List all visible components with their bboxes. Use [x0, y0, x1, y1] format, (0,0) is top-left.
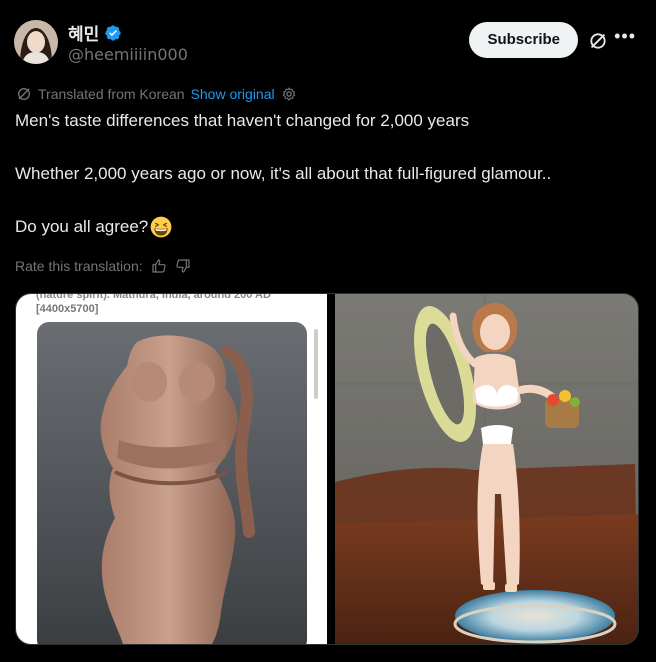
- grinning-squinting-face-icon: [150, 216, 172, 238]
- sculpture-illustration: [100, 335, 255, 644]
- avatar[interactable]: [14, 20, 58, 64]
- translation-bar: Translated from Korean Show original: [16, 86, 297, 102]
- name-line: 혜민: [68, 20, 122, 45]
- scrollbar[interactable]: [314, 329, 318, 399]
- more-icon[interactable]: •••: [614, 26, 636, 47]
- image-caption: (nature spirit). Mathura, India, around …: [36, 294, 271, 316]
- subscribe-button[interactable]: Subscribe: [469, 22, 578, 58]
- tweet-line-2: Whether 2,000 years ago or now, it's all…: [15, 164, 552, 183]
- thumbs-up-icon[interactable]: [151, 258, 167, 274]
- grok-icon[interactable]: [588, 31, 608, 51]
- figure-image[interactable]: [335, 294, 638, 644]
- settings-gear-icon[interactable]: [281, 86, 297, 102]
- tweet-line-3-text: Do you all agree?: [15, 217, 149, 236]
- translated-from-label: Translated from Korean: [38, 86, 185, 102]
- rate-translation-label: Rate this translation:: [15, 258, 143, 274]
- figure-illustration: [335, 294, 638, 644]
- image-caption-size: [4400x5700]: [36, 303, 99, 315]
- tweet-line-3: Do you all agree?: [15, 216, 172, 238]
- verified-badge-icon: [105, 24, 121, 41]
- sculpture-image[interactable]: (nature spirit). Mathura, India, around …: [16, 294, 327, 644]
- sculpture-photo: [37, 322, 307, 644]
- media-grid: (nature spirit). Mathura, India, around …: [15, 293, 639, 645]
- thumbs-down-icon[interactable]: [175, 258, 191, 274]
- tweet-header: 혜민 @heemiiiin000 Subscribe •••: [14, 18, 642, 70]
- rate-translation: Rate this translation:: [15, 258, 191, 274]
- handle[interactable]: @heemiiiin000: [68, 45, 188, 64]
- translate-icon: [18, 88, 30, 100]
- show-original-link[interactable]: Show original: [191, 86, 275, 102]
- image-caption-title: (nature spirit). Mathura, India, around …: [36, 294, 271, 301]
- display-name[interactable]: 혜민: [68, 20, 99, 45]
- tweet-line-1: Men's taste differences that haven't cha…: [15, 111, 470, 130]
